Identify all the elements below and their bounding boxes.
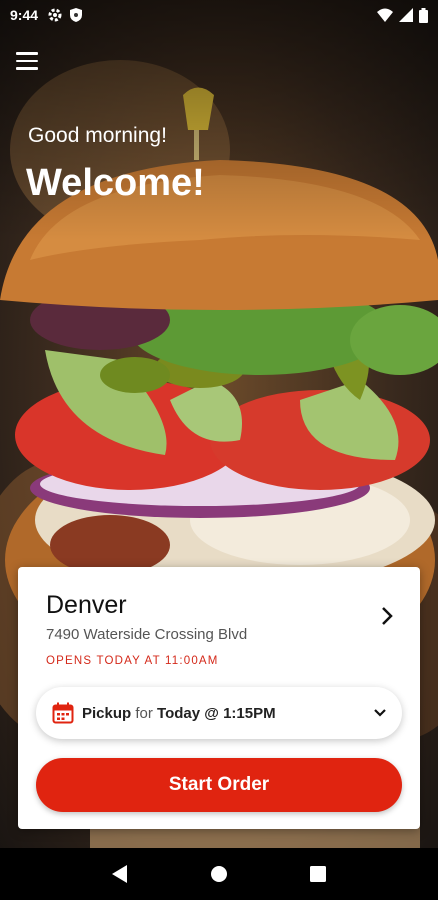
location-hours: OPENS TODAY AT 11:00AM: [46, 655, 219, 667]
chevron-down-icon: [374, 709, 386, 717]
battery-icon: [419, 7, 428, 23]
pickup-time-selector[interactable]: Pickup for Today @ 1:15PM: [36, 687, 402, 739]
greeting-text: Good morning!: [28, 124, 167, 147]
wifi-icon: [377, 8, 393, 22]
back-triangle-icon[interactable]: [109, 863, 131, 885]
pickup-when: Today @ 1:15PM: [157, 704, 276, 722]
location-address: 7490 Waterside Crossing Blvd: [46, 626, 248, 643]
location-name[interactable]: Denver: [46, 591, 127, 620]
recents-square-icon[interactable]: [307, 863, 329, 885]
location-card: Denver 7490 Waterside Crossing Blvd OPEN…: [18, 567, 420, 829]
pickup-label: Pickup for Today @ 1:15PM: [82, 705, 276, 722]
settings-gear-icon: [48, 8, 62, 22]
pickup-connector: for: [135, 704, 153, 722]
welcome-title: Welcome!: [26, 162, 205, 204]
hamburger-menu-icon[interactable]: [16, 52, 38, 70]
status-bar: 9:44: [0, 0, 438, 30]
home-circle-icon[interactable]: [208, 863, 230, 885]
app-screen: 9:44 Good morning! Welcome! Denver 7490 …: [0, 0, 438, 848]
status-time: 9:44: [10, 7, 39, 23]
start-order-button[interactable]: Start Order: [36, 758, 402, 812]
calendar-icon: [52, 702, 74, 724]
system-nav-bar: [0, 848, 438, 900]
chevron-right-icon[interactable]: [380, 605, 394, 627]
pickup-mode: Pickup: [82, 704, 132, 722]
shield-icon: [70, 8, 83, 22]
signal-icon: [399, 8, 413, 22]
